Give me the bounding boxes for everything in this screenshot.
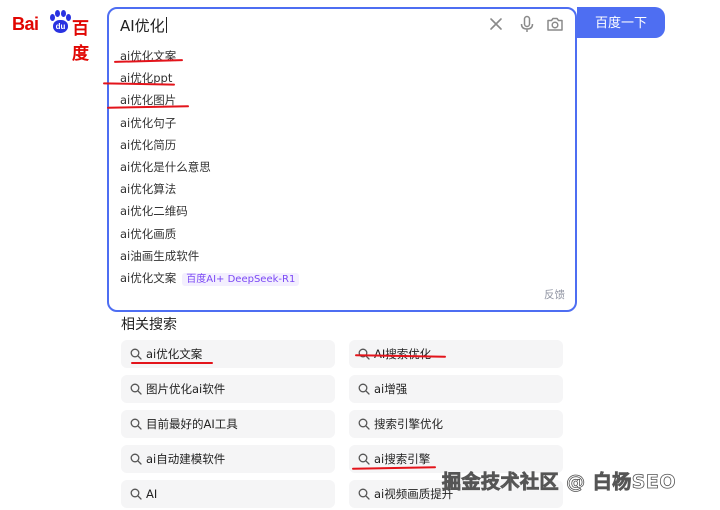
- suggestion-item[interactable]: ai优化二维码: [109, 200, 575, 222]
- search-input[interactable]: AI优化: [109, 9, 575, 39]
- suggestion-item[interactable]: ai优化文案: [109, 45, 575, 67]
- microphone-icon[interactable]: [517, 14, 537, 34]
- logo-chinese: 百度: [72, 19, 89, 64]
- suggestion-item[interactable]: ai优化画质: [109, 223, 575, 245]
- suggestion-item[interactable]: ai油画生成软件: [109, 245, 575, 267]
- close-icon[interactable]: [486, 14, 506, 34]
- baidu-logo[interactable]: Bai du 百度: [12, 8, 100, 64]
- suggestion-item[interactable]: ai优化图片: [109, 89, 575, 111]
- watermark: 掘金技术社区 @ 白杨SEO: [442, 471, 677, 494]
- related-search-item[interactable]: 目前最好的AI工具: [121, 410, 335, 438]
- search-icon: [130, 418, 142, 430]
- related-searches-title: 相关搜索: [121, 317, 177, 333]
- search-icon: [358, 488, 370, 500]
- search-icon: [130, 488, 142, 500]
- search-icon: [130, 348, 142, 360]
- feedback-link[interactable]: 反馈: [544, 287, 565, 302]
- search-query[interactable]: AI优化: [120, 15, 167, 36]
- logo-latin: Bai: [12, 14, 39, 34]
- related-search-item[interactable]: 图片优化ai软件: [121, 375, 335, 403]
- related-search-item[interactable]: ai自动建模软件: [121, 445, 335, 473]
- search-button[interactable]: 百度一下: [577, 7, 665, 38]
- suggestion-item[interactable]: ai优化句子: [109, 112, 575, 134]
- suggestion-item[interactable]: ai优化算法: [109, 178, 575, 200]
- search-icon: [130, 453, 142, 465]
- suggestion-list: ai优化文案 ai优化ppt ai优化图片 ai优化句子 ai优化简历 ai优化…: [109, 45, 575, 289]
- paw-icon: du: [49, 10, 71, 34]
- search-box: AI优化 ai优化文案 ai优化ppt ai优化图片 ai优化句子 ai优化简历…: [107, 7, 577, 312]
- search-icon: [358, 453, 370, 465]
- text-caret: [165, 17, 167, 33]
- annotation-underline: [131, 362, 213, 364]
- suggestion-item[interactable]: ai优化简历: [109, 134, 575, 156]
- search-icon: [358, 418, 370, 430]
- search-icon: [358, 383, 370, 395]
- suggestion-item[interactable]: ai优化是什么意思: [109, 156, 575, 178]
- related-search-item[interactable]: 搜索引擎优化: [349, 410, 563, 438]
- related-search-item[interactable]: AI: [121, 480, 335, 508]
- camera-icon[interactable]: [545, 14, 565, 34]
- suggestion-item-ai[interactable]: ai优化文案 百度AI+ DeepSeek-R1: [109, 267, 575, 289]
- ai-deepseek-tag: 百度AI+ DeepSeek-R1: [182, 272, 300, 286]
- related-search-item[interactable]: ai增强: [349, 375, 563, 403]
- suggestion-item[interactable]: ai优化ppt: [109, 67, 575, 89]
- search-icon: [130, 383, 142, 395]
